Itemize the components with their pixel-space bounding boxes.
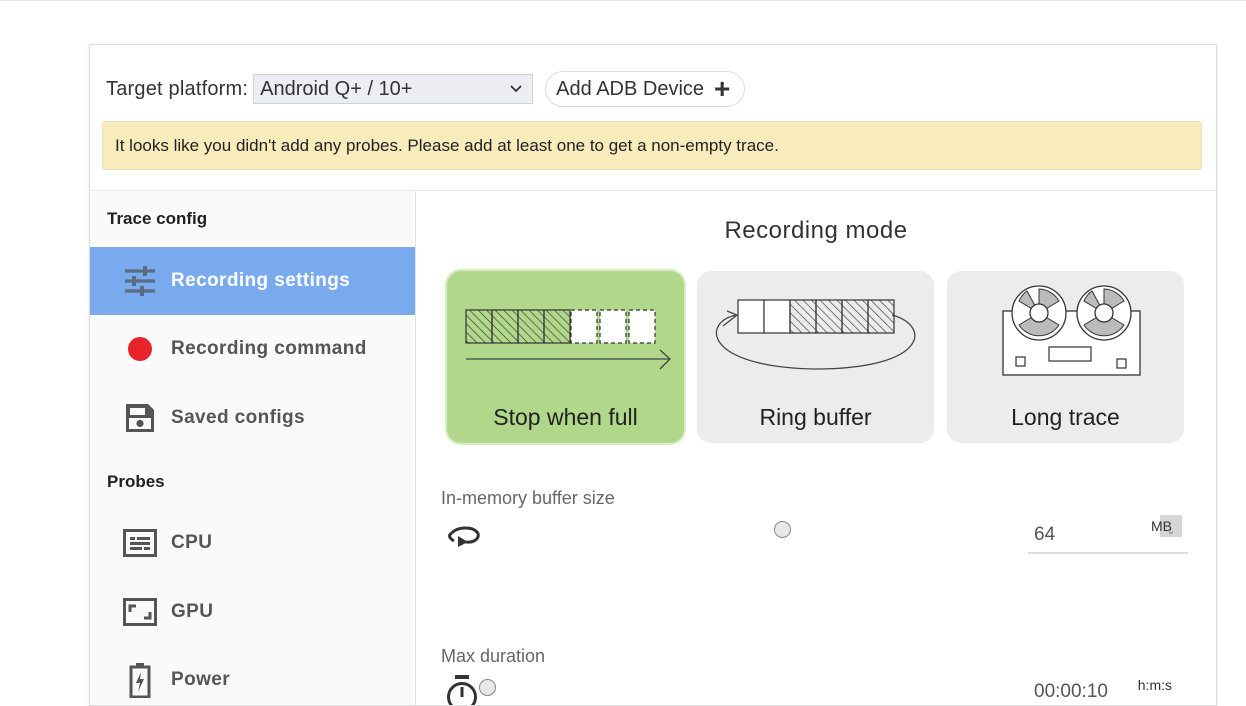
- nav-label: Saved configs: [171, 407, 305, 429]
- buffer-size-input[interactable]: 64 ⌄ MB: [1028, 510, 1188, 554]
- max-duration-label: Max duration: [441, 646, 545, 667]
- long-trace-icon: [947, 271, 1184, 381]
- buffer-size-value: 64: [1034, 524, 1055, 546]
- max-duration-unit: h:m:s: [1138, 677, 1172, 693]
- max-duration-value: 00:00:10: [1034, 681, 1108, 703]
- trace-config-title: Trace config: [107, 209, 207, 229]
- mode-label: Long trace: [947, 404, 1184, 431]
- recording-mode-title: Recording mode: [416, 217, 1216, 245]
- target-platform-select[interactable]: Android Q+ / 10+: [253, 74, 533, 104]
- nav-saved-configs[interactable]: Saved configs: [90, 384, 415, 452]
- sliders-icon: [123, 264, 157, 298]
- nav-label: GPU: [171, 601, 213, 623]
- gpu-icon: [123, 595, 157, 629]
- mode-ring-buffer[interactable]: Ring buffer: [697, 271, 934, 443]
- target-platform-label: Target platform:: [106, 78, 248, 101]
- target-platform-value: Android Q+ / 10+: [260, 78, 412, 101]
- buffer-size-label: In-memory buffer size: [441, 488, 615, 509]
- stop-when-full-icon: [447, 271, 684, 381]
- nav-probe-power[interactable]: Power: [90, 646, 415, 706]
- mode-label: Ring buffer: [697, 404, 934, 431]
- warning-text: It looks like you didn't add any probes.…: [115, 136, 779, 156]
- top-divider: [0, 0, 1246, 1]
- probes-title: Probes: [107, 472, 165, 492]
- nav-label: Recording settings: [171, 270, 350, 292]
- stopwatch-icon: [445, 675, 479, 706]
- record-dot-icon: [123, 332, 157, 366]
- sidebar: Trace config Recording settings Recordin…: [90, 191, 416, 706]
- no-probes-warning: It looks like you didn't add any probes.…: [102, 121, 1202, 170]
- save-icon: [123, 401, 157, 435]
- mode-stop-when-full[interactable]: Stop when full: [447, 271, 684, 443]
- battery-icon: [123, 663, 157, 697]
- nav-recording-command[interactable]: Recording command: [90, 315, 415, 383]
- nav-probe-cpu[interactable]: CPU: [90, 509, 415, 577]
- nav-label: Recording command: [171, 338, 367, 360]
- nav-label: CPU: [171, 532, 212, 554]
- add-adb-device-label: Add ADB Device: [556, 78, 704, 101]
- recording-settings-panel: Recording mode: [416, 191, 1216, 706]
- mode-long-trace[interactable]: Long trace: [947, 271, 1184, 443]
- nav-label: Power: [171, 669, 230, 691]
- ring-buffer-icon: [697, 271, 934, 381]
- buffer-size-unit: MB: [1151, 518, 1172, 534]
- buffer-size-slider[interactable]: [774, 521, 791, 538]
- nav-recording-settings[interactable]: Recording settings: [90, 247, 415, 315]
- record-page-card: Target platform: Android Q+ / 10+ Add AD…: [89, 44, 1217, 706]
- add-adb-device-button[interactable]: Add ADB Device +: [545, 71, 745, 107]
- plus-icon: +: [714, 75, 730, 103]
- platform-row: Target platform: Android Q+ / 10+ Add AD…: [106, 71, 745, 107]
- cpu-icon: [123, 526, 157, 560]
- chevron-down-icon: [510, 85, 522, 93]
- nav-probe-gpu[interactable]: GPU: [90, 578, 415, 646]
- max-duration-slider[interactable]: [479, 679, 496, 696]
- mode-label: Stop when full: [447, 404, 684, 431]
- loop-icon: [444, 523, 484, 554]
- max-duration-input[interactable]: 00:00:10 h:m:s: [1028, 669, 1188, 706]
